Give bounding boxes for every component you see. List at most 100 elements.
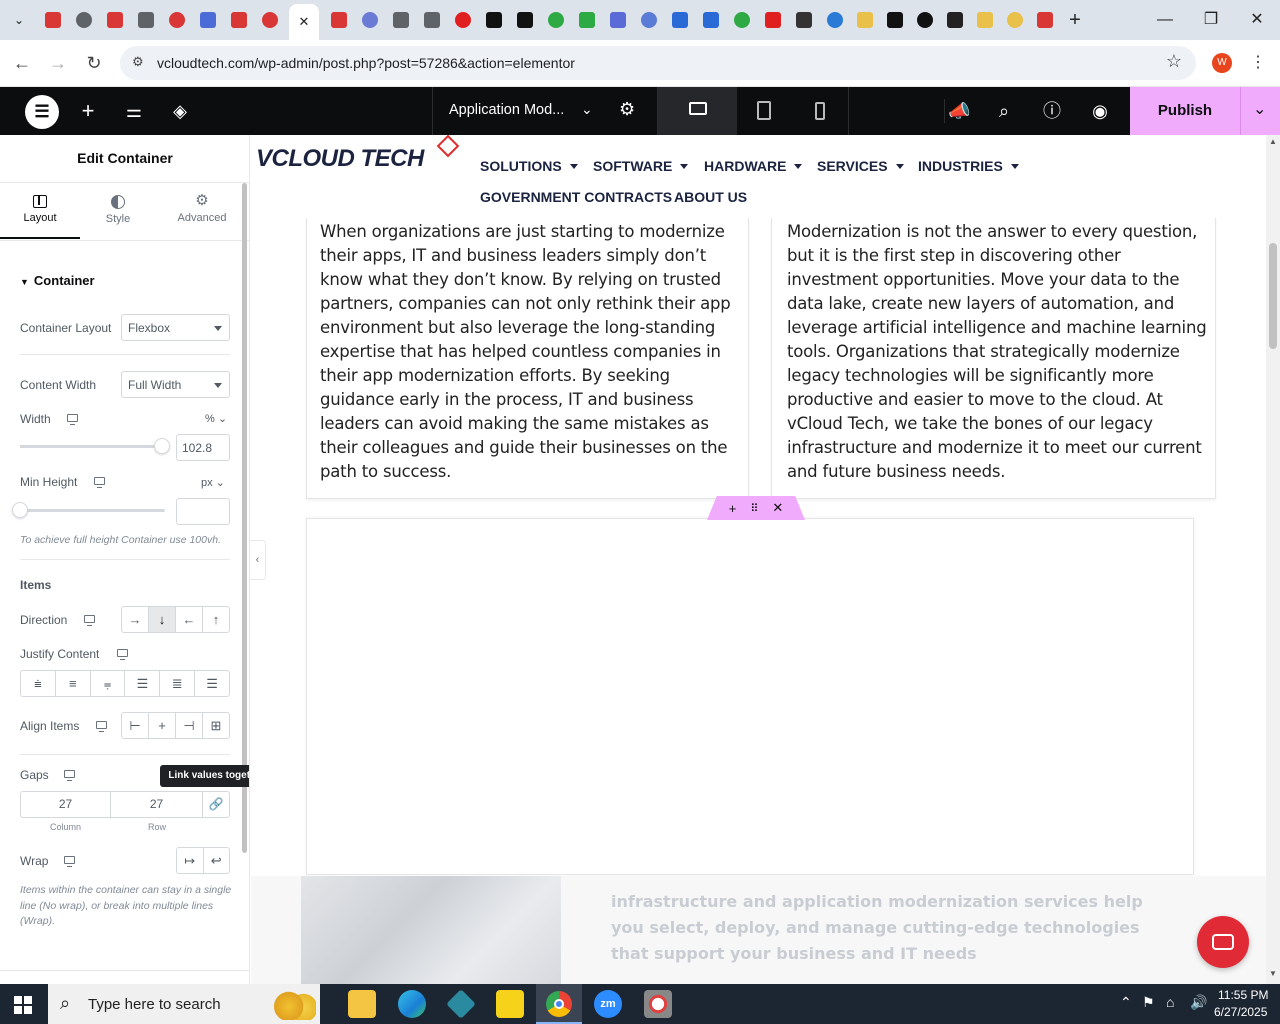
page-title-dropdown[interactable]: Application Mod... ⌄ ⚙ (432, 87, 656, 135)
justify-space-between-icon[interactable]: ☰ (125, 671, 161, 696)
wrap-icon[interactable]: ↩ (204, 848, 230, 873)
device-desktop-button[interactable] (657, 87, 737, 135)
min-height-slider[interactable] (12, 502, 165, 518)
min-height-unit-select[interactable]: px ⌄ (201, 476, 225, 489)
search-icon[interactable]: ⌕ (992, 99, 1016, 123)
direction-column-arrow-down-icon[interactable]: ↓ (149, 607, 176, 632)
browser-tab[interactable] (574, 6, 600, 34)
scroll-thumb[interactable] (1269, 243, 1277, 349)
delete-container-icon[interactable]: ✕ (772, 500, 783, 516)
align-start-icon[interactable]: ⊢ (122, 713, 149, 738)
windows-start-icon[interactable] (14, 996, 32, 1014)
clock-date[interactable]: 6/27/2025 (1214, 1005, 1267, 1019)
align-center-icon[interactable]: + (149, 713, 176, 738)
browser-tab[interactable] (667, 6, 693, 34)
browser-tab[interactable] (326, 6, 352, 34)
browser-tab[interactable] (164, 6, 190, 34)
tab-advanced[interactable]: ⚙ Advanced (162, 193, 242, 239)
show-hidden-icons-chevron-icon[interactable]: ⌃ (1120, 994, 1132, 1011)
page-scrollbar[interactable]: ▲ ▼ (1266, 135, 1280, 984)
justify-space-evenly-icon[interactable]: ☰ (195, 671, 229, 696)
browser-tab[interactable] (822, 6, 848, 34)
min-height-slider-handle[interactable] (12, 502, 28, 518)
direction-column-reverse-arrow-up-icon[interactable]: ↑ (203, 607, 229, 632)
browser-tab[interactable] (760, 6, 786, 34)
desktop-icon[interactable] (64, 856, 75, 867)
nav-government-contracts[interactable]: GOVERNMENT CONTRACTS (480, 189, 672, 205)
desktop-icon[interactable] (117, 649, 128, 660)
device-mobile-button[interactable] (793, 87, 849, 135)
clock-time[interactable]: 11:55 PM (1218, 988, 1268, 1002)
tab-layout[interactable]: Layout (0, 193, 80, 239)
notification-shield-icon[interactable]: ⚑ (1142, 994, 1155, 1011)
content-width-select[interactable]: Full Width (121, 371, 230, 398)
tab-search-menu-button[interactable]: ⌄ (6, 6, 32, 34)
add-element-icon[interactable]: + (76, 99, 100, 123)
zoom-icon[interactable]: zm (594, 990, 622, 1018)
file-explorer-icon[interactable] (348, 990, 376, 1018)
browser-tab[interactable] (226, 6, 252, 34)
tab-style[interactable]: Style (78, 193, 158, 239)
browser-tab[interactable] (257, 6, 283, 34)
elementor-logo-button[interactable]: ☰ (25, 95, 59, 129)
justify-center-icon[interactable]: ≡ (56, 671, 91, 696)
browser-tab[interactable] (791, 6, 817, 34)
chat-widget-button[interactable] (1197, 916, 1249, 968)
site-logo[interactable]: VCLOUD TECH (256, 135, 460, 173)
close-tab-icon[interactable]: ✕ (296, 14, 312, 30)
browser-tab[interactable] (388, 6, 414, 34)
browser-tab[interactable] (543, 6, 569, 34)
drag-handle-icon[interactable]: ⠿ (750, 502, 758, 515)
justify-start-icon[interactable]: ⩧ (21, 671, 56, 696)
reload-button[interactable]: ↻ (82, 51, 106, 75)
site-info-icon[interactable]: ⚙ (132, 54, 144, 70)
browser-tab[interactable] (636, 6, 662, 34)
panel-scrollbar[interactable] (242, 183, 247, 853)
page-settings-gear-icon[interactable]: ⚙ (619, 99, 635, 120)
volume-icon[interactable]: 🔊 (1190, 994, 1207, 1011)
browser-tab[interactable] (1032, 6, 1058, 34)
desktop-icon[interactable] (67, 414, 78, 425)
taskbar-search-box[interactable]: ⌕ Type here to search (48, 984, 320, 1024)
justify-end-icon[interactable]: ⩦ (91, 671, 126, 696)
desktop-icon[interactable] (96, 721, 107, 732)
link-values-icon[interactable]: 🔗 (203, 792, 229, 817)
browser-tab[interactable] (972, 6, 998, 34)
help-icon[interactable]: ⓘ (1040, 99, 1064, 123)
network-icon[interactable]: ⌂ (1166, 994, 1174, 1010)
browser-tab[interactable] (882, 6, 908, 34)
nav-solutions[interactable]: SOLUTIONS (480, 158, 578, 174)
browser-tab[interactable] (40, 6, 66, 34)
snipping-tool-icon[interactable] (644, 990, 672, 1018)
scroll-down-arrow[interactable]: ▼ (1269, 969, 1277, 978)
browser-tab[interactable] (698, 6, 724, 34)
browser-tab[interactable] (912, 6, 938, 34)
browser-tab[interactable] (102, 6, 128, 34)
browser-tab[interactable] (71, 6, 97, 34)
nav-about-us[interactable]: ABOUT US (674, 189, 747, 205)
browser-tab[interactable] (419, 6, 445, 34)
app-diamond-icon[interactable] (446, 989, 476, 1019)
section-container-toggle[interactable]: ▼ Container (20, 273, 95, 288)
width-slider[interactable] (20, 438, 171, 454)
browser-tab[interactable] (729, 6, 755, 34)
add-container-icon[interactable]: + (729, 501, 737, 516)
site-settings-sliders-icon[interactable]: ⚌ (122, 99, 146, 123)
width-unit-select[interactable]: % ⌄ (205, 412, 227, 425)
direction-row-arrow-right-icon[interactable]: → (122, 607, 149, 632)
empty-selected-container[interactable] (306, 518, 1194, 875)
width-slider-handle[interactable] (154, 438, 171, 454)
browser-tab[interactable] (852, 6, 878, 34)
width-input[interactable]: 102.8 (176, 434, 230, 461)
url-text[interactable]: vcloudtech.com/wp-admin/post.php?post=57… (157, 55, 575, 71)
browser-tab[interactable] (357, 6, 383, 34)
preview-eye-icon[interactable]: ◉ (1088, 99, 1112, 123)
whats-new-megaphone-icon[interactable]: 📣 (944, 99, 974, 123)
browser-tab[interactable] (481, 6, 507, 34)
collapse-panel-handle[interactable]: ‹ (250, 540, 266, 580)
gap-column-input[interactable]: 27 (21, 792, 111, 817)
min-height-input[interactable] (176, 498, 230, 525)
forward-button[interactable]: → (46, 51, 70, 75)
minimize-button[interactable]: — (1150, 8, 1180, 32)
bookmark-star-icon[interactable]: ☆ (1166, 51, 1182, 72)
